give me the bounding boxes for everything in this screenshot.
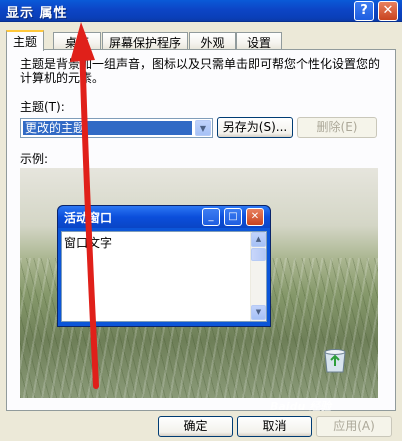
close-icon: ✕: [246, 208, 264, 226]
minimize-icon: _: [202, 208, 220, 226]
tab-themes[interactable]: 主题: [6, 30, 44, 51]
preview-window-titlebar: 活动窗口 _ □ ✕: [58, 206, 270, 228]
ok-button[interactable]: 确定: [158, 416, 233, 437]
themes-description: 主题是背景加一组声音，图标以及只需单击即可帮您个性化设置您的计算机的元素。: [20, 57, 381, 85]
tab-desktop[interactable]: 桌面: [53, 32, 101, 50]
theme-select-value: 更改的主题: [23, 121, 192, 135]
window-title: 显示 属性: [6, 6, 68, 21]
sample-label: 示例:: [20, 152, 49, 166]
title-bar[interactable]: 显示 属性 ? ✕: [0, 0, 402, 22]
watermark: Baidu 经验: [270, 400, 332, 413]
tab-settings[interactable]: 设置: [236, 32, 282, 50]
recycle-bin-icon: [324, 349, 346, 373]
apply-button[interactable]: 应用(A): [316, 416, 392, 437]
tab-strip: 主题 桌面 屏幕保护程序 外观 设置: [0, 30, 402, 51]
theme-label: 主题(T):: [20, 100, 65, 114]
preview-active-window: 活动窗口 _ □ ✕ 窗口文字 ▲ ▼: [57, 205, 271, 327]
close-button[interactable]: ✕: [378, 1, 398, 21]
delete-button[interactable]: 删除(E): [297, 117, 377, 138]
tab-screensaver[interactable]: 屏幕保护程序: [102, 32, 188, 50]
cancel-button[interactable]: 取消: [237, 416, 312, 437]
theme-select[interactable]: 更改的主题 ▼: [20, 118, 213, 138]
tab-appearance[interactable]: 外观: [189, 32, 236, 50]
help-button[interactable]: ?: [354, 1, 374, 21]
scroll-down-icon: ▼: [251, 305, 266, 320]
scroll-thumb: [251, 248, 266, 261]
preview-window-title: 活动窗口: [64, 211, 113, 225]
scroll-up-icon: ▲: [251, 232, 266, 247]
preview-window-body: 窗口文字 ▲ ▼: [61, 231, 267, 322]
save-as-button[interactable]: 另存为(S)...: [217, 117, 293, 138]
preview-scrollbar: ▲ ▼: [250, 232, 266, 321]
preview-window-text: 窗口文字: [64, 236, 113, 250]
chevron-down-icon[interactable]: ▼: [195, 120, 211, 136]
maximize-icon: □: [224, 208, 242, 226]
